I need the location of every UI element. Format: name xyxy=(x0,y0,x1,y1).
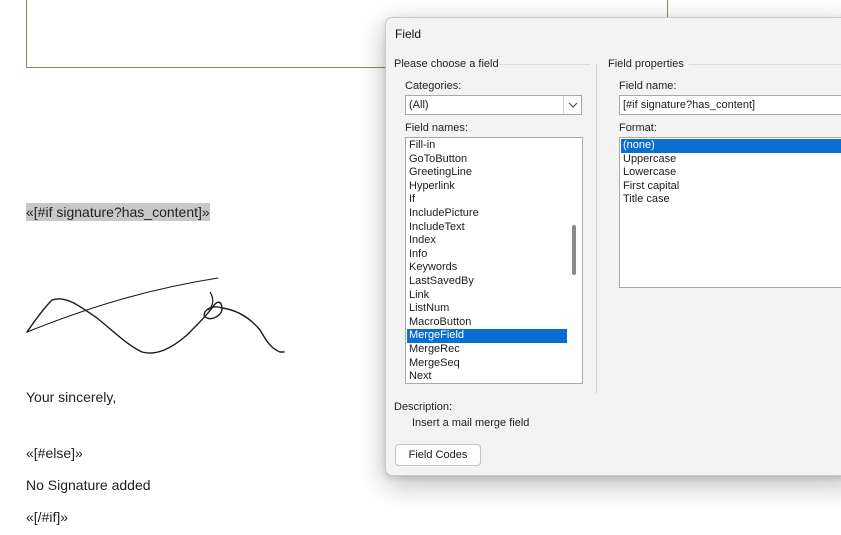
field-names-item[interactable]: GoToButton xyxy=(407,153,567,167)
categories-dropdown[interactable]: (All) xyxy=(405,95,582,115)
field-properties-group-title: Field properties xyxy=(608,58,684,70)
group-divider xyxy=(498,64,590,65)
field-names-item[interactable]: ListNum xyxy=(407,302,567,316)
field-names-list[interactable]: Fill-in GoToButton GreetingLine Hyperlink If… xyxy=(405,137,583,384)
field-name-label: Field name: xyxy=(619,80,677,92)
field-codes-button[interactable]: Field Codes xyxy=(395,444,481,466)
field-names-item[interactable]: Hyperlink xyxy=(407,180,567,194)
description-label: Description: xyxy=(394,401,453,413)
field-names-item[interactable]: Link xyxy=(407,289,567,303)
if-field-text: «[#if signature?has_content]» xyxy=(26,203,210,221)
field-names-item[interactable]: Index xyxy=(407,234,567,248)
format-item[interactable]: Lowercase xyxy=(621,166,841,180)
field-names-item[interactable]: Info xyxy=(407,248,567,262)
field-names-item[interactable]: GreetingLine xyxy=(407,166,567,180)
endif-merge-field[interactable]: «[/#if]» xyxy=(26,509,68,525)
dialog-title: Field xyxy=(395,27,422,41)
field-dialog: Field Please choose a field Categories: … xyxy=(385,17,841,476)
choose-field-group-title: Please choose a field xyxy=(394,58,499,70)
signature-image xyxy=(26,277,285,354)
format-item[interactable]: (none) xyxy=(621,139,841,153)
field-names-item[interactable]: MacroButton xyxy=(407,316,567,330)
format-items: (none) Uppercase Lowercase First capital Tit… xyxy=(621,139,841,207)
format-item[interactable]: Title case xyxy=(621,193,841,207)
field-names-item[interactable]: Next xyxy=(407,370,567,383)
field-names-scrollbar[interactable] xyxy=(567,139,581,382)
categories-value: (All) xyxy=(409,99,429,111)
else-merge-field[interactable]: «[#else]» xyxy=(26,445,83,461)
chevron-down-icon[interactable] xyxy=(563,96,581,114)
field-names-item[interactable]: IncludeText xyxy=(407,221,567,235)
field-names-item[interactable]: Fill-in xyxy=(407,139,567,153)
field-names-item[interactable]: MergeRec xyxy=(407,343,567,357)
field-name-value: [#if signature?has_content] xyxy=(623,99,756,111)
field-names-item[interactable]: LastSavedBy xyxy=(407,275,567,289)
field-names-item[interactable]: If xyxy=(407,193,567,207)
field-names-items: Fill-in GoToButton GreetingLine Hyperlink If… xyxy=(407,139,567,383)
field-names-label: Field names: xyxy=(405,122,468,134)
format-list[interactable]: (none) Uppercase Lowercase First capital Tit… xyxy=(619,137,841,288)
if-merge-field[interactable]: «[#if signature?has_content]» xyxy=(26,203,210,221)
panel-separator xyxy=(596,64,597,394)
field-names-item[interactable]: MergeField xyxy=(407,329,567,343)
field-names-item[interactable]: MergeSeq xyxy=(407,357,567,371)
categories-label: Categories: xyxy=(405,80,462,92)
format-label: Format: xyxy=(619,122,657,134)
closing-text: Your sincerely, xyxy=(26,389,117,405)
field-names-item[interactable]: IncludePicture xyxy=(407,207,567,221)
format-item[interactable]: First capital xyxy=(621,180,841,194)
format-item[interactable]: Uppercase xyxy=(621,153,841,167)
description-text: Insert a mail merge field xyxy=(412,417,530,429)
no-signature-text: No Signature added xyxy=(26,477,151,493)
group-divider xyxy=(689,64,841,65)
scroll-thumb[interactable] xyxy=(572,225,576,275)
field-names-item[interactable]: Keywords xyxy=(407,261,567,275)
field-name-input[interactable]: [#if signature?has_content] xyxy=(619,95,841,115)
